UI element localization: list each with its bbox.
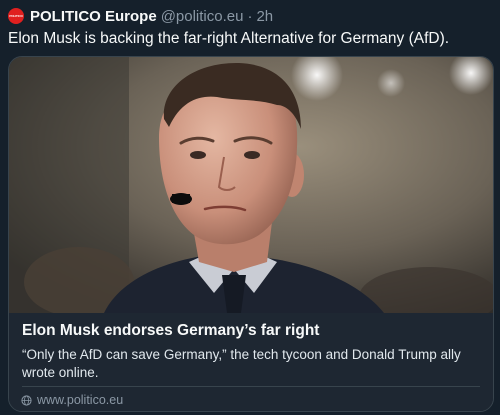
separator-dot: · xyxy=(247,7,253,25)
post-header: POLITICO POLITICO Europe @politico.eu · … xyxy=(8,6,273,26)
card-body[interactable]: Elon Musk endorses Germany’s far right “… xyxy=(9,313,493,411)
card-title[interactable]: Elon Musk endorses Germany’s far right xyxy=(22,322,319,340)
author-name[interactable]: POLITICO Europe xyxy=(30,8,157,25)
link-card[interactable]: Elon Musk endorses Germany’s far right “… xyxy=(8,56,494,412)
post-text: Elon Musk is backing the far-right Alter… xyxy=(8,30,450,47)
author-handle[interactable]: @politico.eu xyxy=(161,8,244,25)
card-divider xyxy=(22,386,480,387)
avatar[interactable]: POLITICO xyxy=(8,8,24,24)
card-domain-text: www.politico.eu xyxy=(37,393,124,407)
portrait-illustration xyxy=(9,57,493,313)
card-description: “Only the AfD can save Germany,” the tec… xyxy=(22,347,461,380)
article-photo[interactable] xyxy=(9,57,493,313)
avatar-logo-text: POLITICO xyxy=(9,14,23,18)
post-timestamp[interactable]: 2h xyxy=(256,8,273,25)
card-domain[interactable]: www.politico.eu xyxy=(21,393,123,407)
globe-icon xyxy=(21,394,32,406)
